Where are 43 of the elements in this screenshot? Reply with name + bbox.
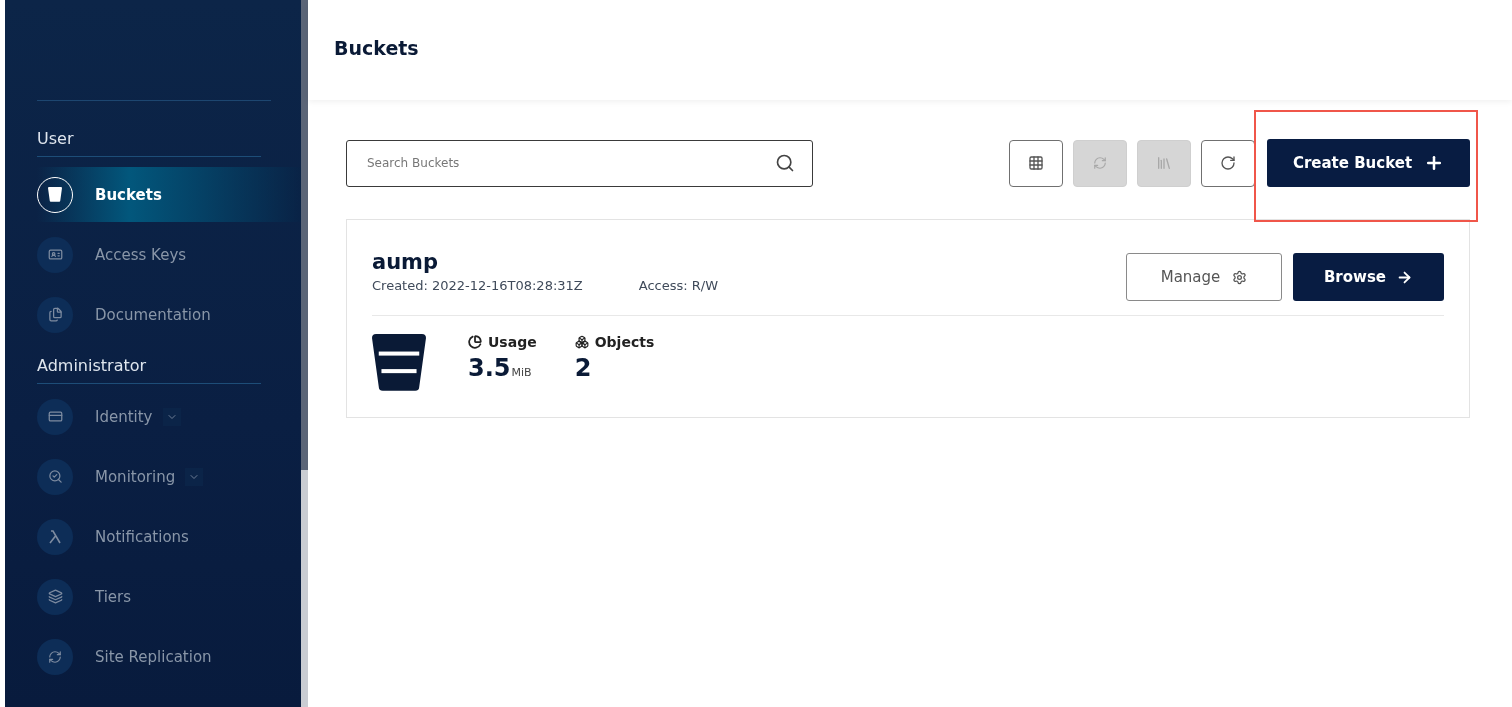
stat-label: Usage bbox=[488, 334, 537, 350]
search-field[interactable]: Search Buckets bbox=[346, 139, 813, 187]
page-title: Buckets bbox=[334, 37, 419, 59]
sidebar-item[interactable]: Documentation bbox=[37, 287, 301, 342]
bucket-name: aump bbox=[372, 250, 440, 274]
bucket-icon bbox=[372, 334, 426, 391]
toolbar-button[interactable] bbox=[1201, 139, 1255, 187]
sidebar-item[interactable]: Site Replication bbox=[37, 629, 301, 684]
sync-icon bbox=[1093, 156, 1107, 170]
create-bucket-button[interactable]: Create Bucket bbox=[1267, 139, 1470, 187]
grid-icon bbox=[1028, 155, 1044, 171]
id-card-icon bbox=[47, 247, 63, 262]
sidebar-item[interactable]: Monitoring bbox=[37, 449, 301, 504]
section-title: User bbox=[37, 129, 261, 157]
stack-icon bbox=[1156, 155, 1172, 171]
scrollbar[interactable] bbox=[301, 0, 308, 707]
sync-icon bbox=[48, 649, 62, 664]
documents-icon bbox=[47, 307, 63, 322]
refresh-icon bbox=[1220, 155, 1236, 171]
chevron-icon[interactable] bbox=[185, 467, 204, 486]
search-icon bbox=[775, 152, 795, 173]
pie-chart-icon bbox=[468, 335, 482, 349]
objects-icon bbox=[574, 335, 589, 349]
bucket-icon bbox=[48, 187, 62, 202]
sidebar-item[interactable]: Identity bbox=[37, 389, 301, 444]
created-date: Created: 2022-12-16T08:28:31Z bbox=[372, 278, 583, 293]
sidebar-item[interactable]: Tiers bbox=[37, 569, 301, 624]
usage-value: 3.5 MiB bbox=[468, 354, 533, 382]
browse-button[interactable]: Browse bbox=[1293, 253, 1444, 301]
access-mode: Access: R/W bbox=[638, 278, 719, 293]
toolbar-button[interactable] bbox=[1009, 139, 1063, 187]
sidebar-item[interactable]: Access Keys bbox=[37, 227, 301, 282]
chevron-icon[interactable] bbox=[162, 407, 181, 426]
settings-icon bbox=[1232, 269, 1248, 285]
sidebar-item[interactable]: Notifications bbox=[37, 509, 301, 564]
lambda-icon bbox=[48, 529, 62, 544]
magnifier-icon bbox=[47, 469, 63, 484]
layers-icon bbox=[47, 589, 63, 604]
stat-label: Objects bbox=[594, 334, 655, 350]
section-title: Administrator bbox=[37, 356, 261, 384]
card-icon bbox=[47, 409, 63, 424]
objects-value: 2 bbox=[574, 354, 593, 382]
manage-button[interactable]: Manage bbox=[1126, 253, 1282, 301]
